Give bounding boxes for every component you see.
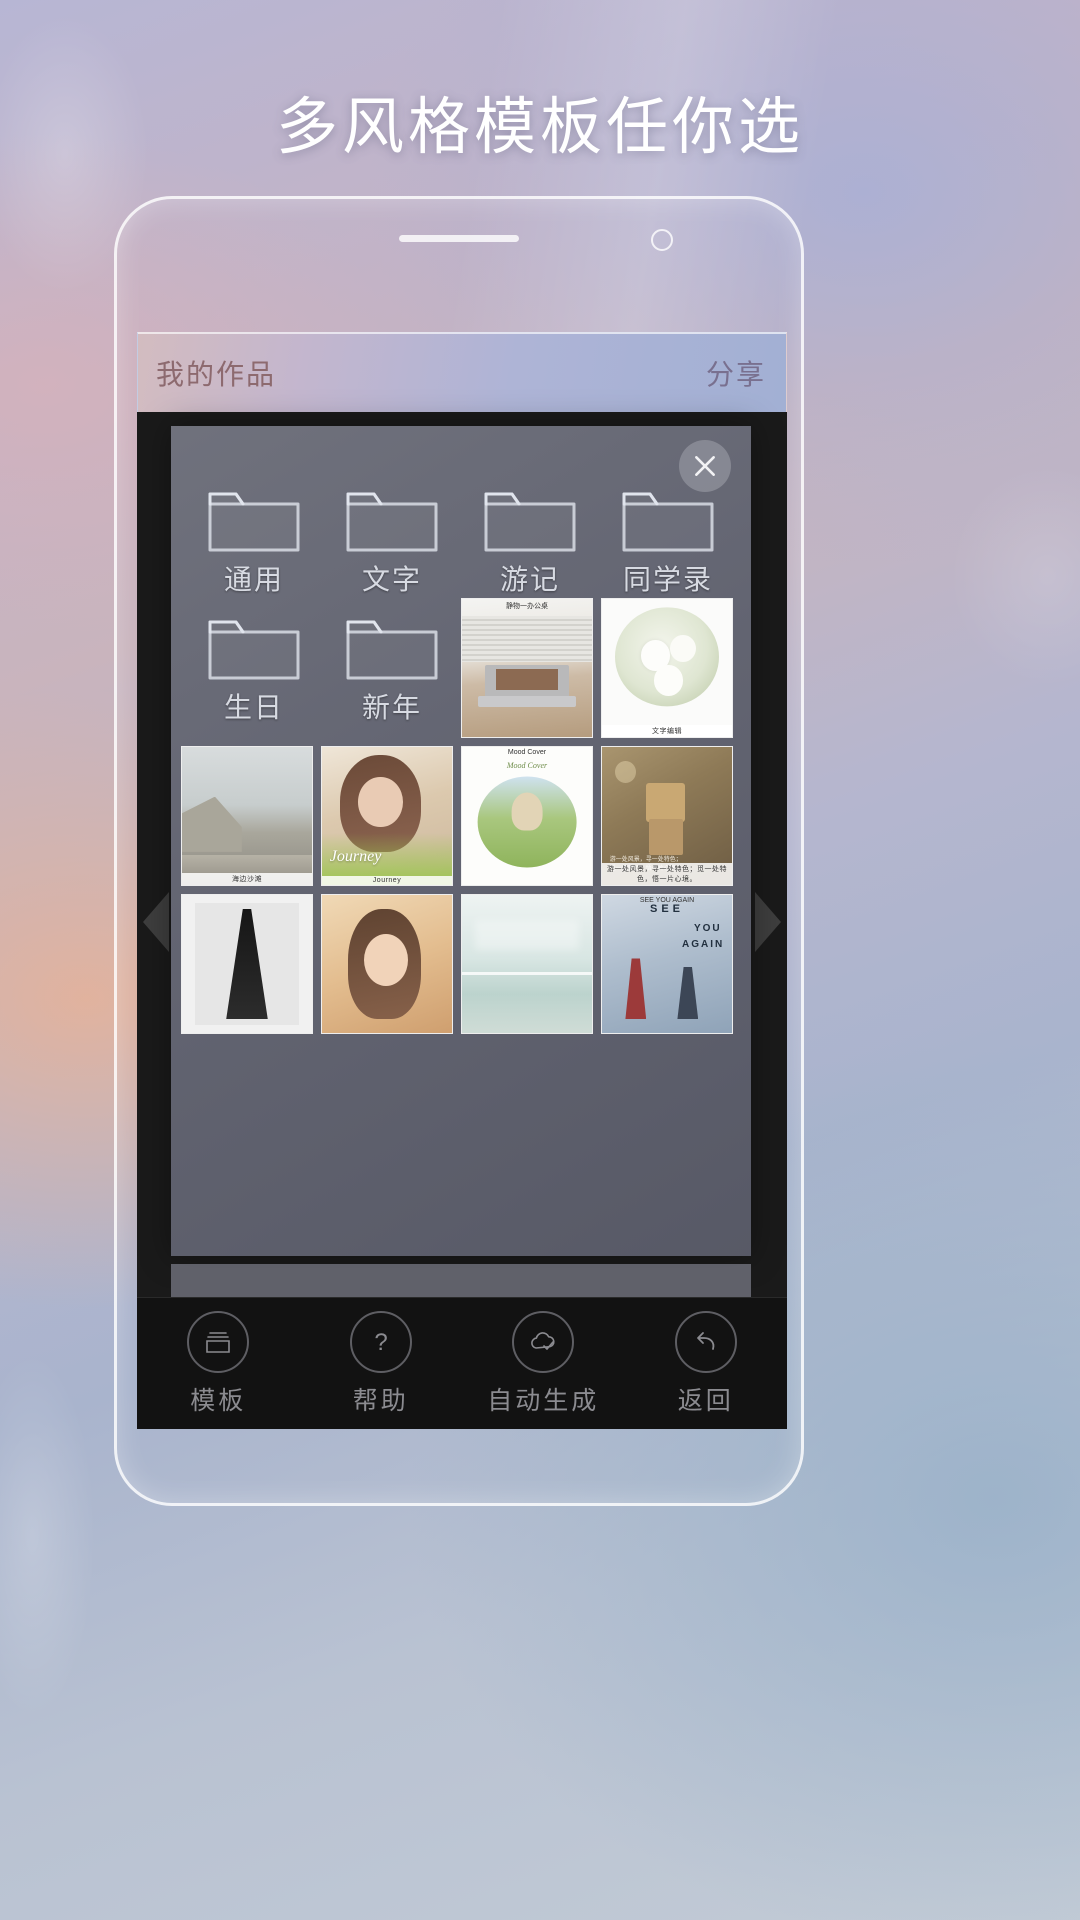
close-icon (695, 456, 715, 476)
template-thumbnail[interactable]: 静物一办公桌 (461, 598, 593, 738)
grid-spacer (321, 598, 453, 738)
phone-speaker (399, 235, 519, 242)
folder-icon (482, 478, 578, 554)
share-button[interactable]: 分享 (706, 353, 766, 393)
app-title: 我的作品 (156, 359, 277, 390)
thumbnail-caption: 游一处风景，寻一处特色；觅一处特色，悟一片心境。 (602, 863, 732, 885)
template-thumbnail[interactable]: 文字编辑 (601, 598, 733, 738)
next-arrow-icon[interactable] (755, 892, 781, 952)
thumbnail-top-caption: 静物一办公桌 (506, 603, 548, 610)
nav-item-模板[interactable]: 模板 (137, 1310, 300, 1417)
folder-label: 文字 (361, 564, 422, 595)
template-thumbnail-grid: 静物一办公桌 文字编辑 海边沙滩 Journey Journey Mood Cov… (181, 598, 741, 1034)
svg-text:?: ? (374, 1329, 387, 1356)
template-thumbnail[interactable]: Journey Journey (321, 746, 453, 886)
nav-item-帮助[interactable]: ? 帮助 (300, 1310, 463, 1417)
template-thumbnail[interactable] (181, 894, 313, 1034)
phone-camera-icon (651, 229, 673, 251)
folder-item-同学录[interactable]: 同学录 (599, 478, 737, 598)
nav-item-返回[interactable]: 返回 (625, 1310, 788, 1417)
folder-item-通用[interactable]: 通用 (185, 478, 323, 598)
folder-item-游记[interactable]: 游记 (461, 478, 599, 598)
folder-icon (620, 478, 716, 554)
thumbnail-top-caption: Mood Cover (507, 749, 547, 756)
template-thumbnail[interactable] (461, 894, 593, 1034)
folder-label: 同学录 (622, 564, 713, 595)
nav-item-自动生成[interactable]: 自动生成 (462, 1310, 625, 1417)
folder-icon (206, 478, 302, 554)
template-cards-icon (187, 1310, 250, 1373)
folder-item-文字[interactable]: 文字 (323, 478, 461, 598)
template-thumbnail[interactable]: 游一处风景，寻一处特色；觅一处特色，悟一片心境。游一处风景，寻一处特色；觅一处特… (601, 746, 733, 886)
app-header-bar: 我的作品 分享 (137, 332, 787, 412)
undo-arrow-icon (674, 1310, 737, 1373)
folder-icon (344, 478, 440, 554)
phone-screen: 我的作品 分享 通用 文字 游记 同学录 生日 新年 静物一办公桌 文字编辑 海… (137, 332, 787, 1429)
cloud-check-icon (512, 1310, 575, 1373)
thumbnail-caption: Journey (322, 876, 452, 885)
template-picker-modal: 通用 文字 游记 同学录 生日 新年 静物一办公桌 文字编辑 海边沙滩 Jour… (171, 426, 751, 1256)
bottom-navigation-bar: 模板? 帮助 自动生成 返回 (137, 1297, 787, 1429)
folder-label: 游记 (499, 564, 560, 595)
template-thumbnail[interactable] (321, 894, 453, 1034)
nav-item-label: 模板 (190, 1386, 247, 1415)
question-mark-icon: ? (349, 1310, 412, 1373)
nav-item-label: 自动生成 (487, 1386, 600, 1415)
grid-spacer (181, 598, 313, 738)
nav-item-label: 返回 (677, 1386, 734, 1415)
phone-frame: 我的作品 分享 通用 文字 游记 同学录 生日 新年 静物一办公桌 文字编辑 海… (114, 196, 804, 1506)
app-content-area: 通用 文字 游记 同学录 生日 新年 静物一办公桌 文字编辑 海边沙滩 Jour… (137, 412, 787, 1429)
page-title: 多风格模板任你选 (275, 93, 804, 162)
template-thumbnail[interactable]: Mood Cover Mood Cover (461, 746, 593, 886)
prev-arrow-icon[interactable] (143, 892, 169, 952)
thumbnail-caption: 海边沙滩 (182, 873, 312, 885)
thumbnail-top-caption: SEE YOU AGAIN (639, 897, 695, 904)
nav-item-label: 帮助 (352, 1386, 409, 1415)
template-thumbnail[interactable]: SEE YOU AGAIN SEE YOU AGAIN (601, 894, 733, 1034)
template-thumbnail[interactable]: 海边沙滩 (181, 746, 313, 886)
folder-label: 通用 (223, 564, 284, 595)
thumbnail-caption: 文字编辑 (602, 725, 732, 737)
